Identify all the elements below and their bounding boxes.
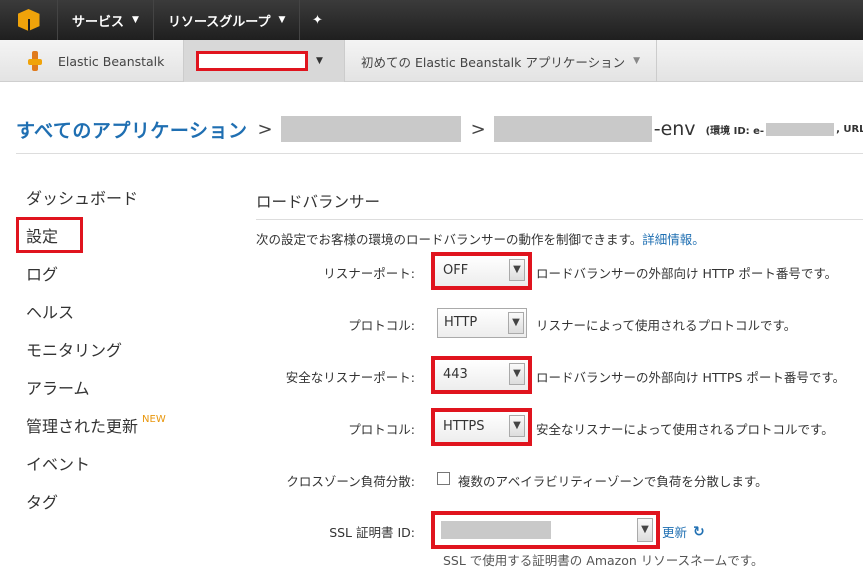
resource-groups-menu[interactable]: リソースグループ ▼ <box>154 0 301 40</box>
listener-port-label: リスナーポート: <box>323 266 415 281</box>
section-description: 次の設定でお客様の環境のロードバランサーの動作を制御できます。詳細情報。 <box>256 229 705 248</box>
protocol-select[interactable]: HTTP ▼ <box>437 308 527 338</box>
aws-logo[interactable] <box>0 0 58 40</box>
protocol-label: プロトコル: <box>348 318 415 333</box>
chevron-down-icon: ▼ <box>509 363 525 385</box>
env-id-label: (環境 ID: e- <box>705 125 765 137</box>
protocol-help: リスナーによって使用されるプロトコルです。 <box>536 318 797 333</box>
elastic-beanstalk-home[interactable]: Elastic Beanstalk <box>0 40 184 82</box>
all-applications-link[interactable]: すべてのアプリケーション <box>16 116 248 143</box>
protocol-value: HTTP <box>444 315 478 330</box>
pin-icon[interactable]: ✦ <box>300 0 334 40</box>
refresh-button[interactable]: 更新 ↻ <box>662 522 705 541</box>
redacted-app-name <box>196 51 308 71</box>
services-menu[interactable]: サービス ▼ <box>58 0 154 40</box>
listener-port-select[interactable]: OFF ▼ <box>431 252 532 290</box>
application-selector[interactable]: ▼ <box>184 40 345 82</box>
redacted-environment-name <box>493 116 652 142</box>
cross-zone-label: クロスゾーン負荷分散: <box>286 474 415 489</box>
chevron-down-icon: ▼ <box>316 56 323 66</box>
service-name: Elastic Beanstalk <box>58 53 165 69</box>
environment-selector[interactable]: 初めての Elastic Beanstalk アプリケーション ▼ <box>345 40 658 82</box>
chevron-down-icon: ▼ <box>633 56 641 66</box>
ssl-cert-label: SSL 証明書 ID: <box>329 525 415 540</box>
breadcrumb-separator: > <box>470 118 486 140</box>
secure-listener-port-help: ロードバランサーの外部向け HTTPS ポート番号です。 <box>536 370 846 385</box>
more-info-link[interactable]: 詳細情報。 <box>642 232 705 247</box>
listener-port-help: ロードバランサーの外部向け HTTP ポート番号です。 <box>536 266 838 281</box>
breadcrumb-separator: > <box>257 118 273 140</box>
chevron-down-icon: ▼ <box>509 259 525 281</box>
secure-protocol-select[interactable]: HTTPS ▼ <box>431 408 532 446</box>
refresh-icon: ↻ <box>693 523 705 540</box>
redacted-application-name[interactable] <box>280 116 461 142</box>
elastic-beanstalk-icon <box>28 51 42 71</box>
refresh-label: 更新 <box>662 525 688 540</box>
redacted-env-id <box>766 122 835 136</box>
secure-listener-port-row: 安全なリスナーポート: 443 ▼ ロードバランサーの外部向け HTTPS ポー… <box>0 356 863 394</box>
section-divider <box>256 219 863 220</box>
service-bar: Elastic Beanstalk ▼ 初めての Elastic Beansta… <box>0 40 863 82</box>
chevron-down-icon: ▼ <box>508 312 524 334</box>
url-label: , URL: a <box>836 123 863 135</box>
protocol-row: プロトコル: HTTP ▼ リスナーによって使用されるプロトコルです。 <box>0 308 863 338</box>
chevron-down-icon: ▼ <box>278 15 286 25</box>
aws-cube-icon <box>17 9 40 31</box>
ssl-cert-help: SSL で使用する証明書の Amazon リソースネームです。 <box>443 553 764 568</box>
environment-meta: (環境 ID: e- , URL: a <box>706 122 863 137</box>
sidebar-item-label: 設定 <box>26 227 59 246</box>
top-nav-bar: サービス ▼ リソースグループ ▼ ✦ <box>0 0 863 40</box>
description-text: 次の設定でお客様の環境のロードバランサーの動作を制御できます。 <box>256 232 643 247</box>
chevron-down-icon: ▼ <box>509 415 525 437</box>
listener-port-value: OFF <box>443 263 469 278</box>
cross-zone-checkbox-label: 複数のアベイラビリティーゾーンで負荷を分散します。 <box>458 474 768 489</box>
listener-port-row: リスナーポート: OFF ▼ ロードバランサーの外部向け HTTP ポート番号で… <box>0 252 863 290</box>
chevron-down-icon: ▼ <box>132 15 139 25</box>
cross-zone-checkbox[interactable] <box>437 472 450 485</box>
secure-listener-port-select[interactable]: 443 ▼ <box>431 356 532 394</box>
header-divider <box>16 153 863 154</box>
environment-suffix: -env <box>653 118 696 140</box>
secure-listener-port-value: 443 <box>443 367 468 382</box>
secure-protocol-value: HTTPS <box>443 419 485 434</box>
section-title: ロードバランサー <box>256 193 381 211</box>
sidebar-item-label: モニタリング <box>26 341 123 360</box>
breadcrumb: すべてのアプリケーション > > -env (環境 ID: e- , URL: … <box>16 112 863 146</box>
redacted-ssl-cert <box>441 521 551 539</box>
sidebar-item-configuration[interactable]: 設定 <box>16 217 83 253</box>
chevron-down-icon: ▼ <box>637 518 653 542</box>
secure-listener-port-label: 安全なリスナーポート: <box>285 370 415 385</box>
ssl-cert-row: SSL 証明書 ID: ▼ 更新 ↻ <box>0 511 863 549</box>
secure-protocol-help: 安全なリスナーによって使用されるプロトコルです。 <box>536 422 834 437</box>
first-app-label: 初めての Elastic Beanstalk アプリケーション <box>361 54 626 70</box>
secure-protocol-row: プロトコル: HTTPS ▼ 安全なリスナーによって使用されるプロトコルです。 <box>0 408 863 446</box>
sidebar-item-dashboard[interactable]: ダッシュボード <box>16 178 216 216</box>
cross-zone-row: クロスゾーン負荷分散: 複数のアベイラビリティーゾーンで負荷を分散します。 <box>0 464 863 494</box>
secure-protocol-label: プロトコル: <box>348 422 415 437</box>
resource-groups-label: リソースグループ <box>167 14 271 30</box>
services-label: サービス <box>72 14 125 30</box>
ssl-cert-select[interactable]: ▼ <box>431 511 660 549</box>
sidebar-item-label: ダッシュボード <box>26 189 139 208</box>
